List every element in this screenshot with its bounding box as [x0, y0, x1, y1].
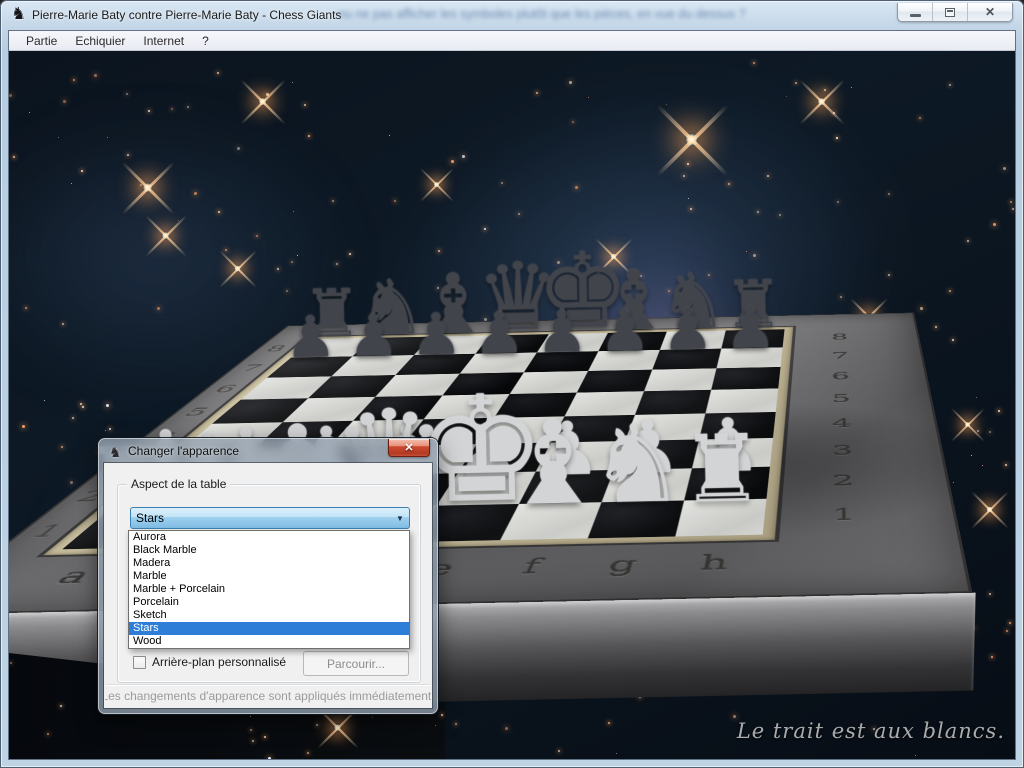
menu-echiquier[interactable]: Echiquier [66, 32, 134, 50]
dropdown-option-aurora[interactable]: Aurora [129, 531, 409, 544]
dialog-client-area: Aspect de la table Stars ▼ AuroraBlack M… [104, 463, 432, 708]
dropdown-option-black-marble[interactable]: Black Marble [129, 544, 409, 557]
star [250, 729, 252, 731]
dropdown-option-marble[interactable]: Marble [129, 570, 409, 583]
board-square-g6[interactable] [644, 368, 716, 391]
menu-bar: Partie Echiquier Internet ? [9, 31, 1015, 51]
star [307, 752, 309, 754]
dropdown-option-marble-porcelain[interactable]: Marble + Porcelain [129, 583, 409, 596]
dropdown-option-stars[interactable]: Stars [129, 622, 409, 635]
chess-piece-black-pawn-h7[interactable]: ♟♟ [712, 300, 788, 359]
table-aspect-combobox[interactable]: Stars ▼ [130, 507, 410, 529]
window-titlebar: ♞ Pierre-Marie Baty contre Pierre-Marie … [0, 0, 1024, 30]
star [252, 740, 254, 742]
blurred-background-window-text: ou ne pas afficher les symboles plutôt q… [338, 7, 746, 21]
bright-star-icon [334, 724, 342, 732]
menu-partie[interactable]: Partie [17, 32, 66, 50]
combobox-dropdown-list: AuroraBlack MarbleMaderaMarbleMarble + P… [128, 530, 410, 649]
rank-label-5: 5 [827, 392, 856, 405]
turn-indicator-text: Le trait est aux blancs. [737, 719, 1005, 743]
app-window: ♞ Pierre-Marie Baty contre Pierre-Marie … [0, 0, 1024, 768]
rank-label-3: 3 [826, 443, 858, 458]
chess-piece-white-rook-h1[interactable]: ♜♜ [670, 424, 773, 519]
rank-label-1: 1 [826, 505, 862, 524]
star [264, 736, 266, 738]
rank-label-8: 8 [827, 332, 853, 342]
dropdown-option-sketch[interactable]: Sketch [129, 609, 409, 622]
rank-label-6: 6 [827, 370, 855, 381]
dropdown-option-madera[interactable]: Madera [129, 557, 409, 570]
board-square-f6[interactable] [577, 370, 652, 393]
change-appearance-dialog: ♞ Changer l'apparence ✕ Aspect de la tab… [98, 438, 438, 714]
menu-internet[interactable]: Internet [134, 32, 193, 50]
file-label-f: f [480, 555, 582, 580]
file-label-h: h [666, 551, 761, 576]
dropdown-option-wood[interactable]: Wood [129, 635, 409, 648]
menu-help[interactable]: ? [193, 32, 218, 50]
star [47, 733, 49, 735]
custom-background-checkbox-row[interactable]: Arrière-plan personnalisé [133, 655, 286, 669]
dialog-title: Changer l'apparence [128, 444, 239, 458]
dropdown-option-porcelain[interactable]: Porcelain [129, 596, 409, 609]
star [10, 662, 12, 664]
close-button[interactable]: ✕ [968, 3, 1012, 21]
combobox-value: Stars [131, 511, 391, 525]
chevron-down-icon: ▼ [391, 514, 409, 523]
knight-icon: ♞ [109, 444, 122, 461]
board-square-h6[interactable] [711, 367, 780, 390]
rank-label-7: 7 [827, 351, 854, 362]
star [372, 717, 373, 718]
maximize-button[interactable] [933, 3, 968, 21]
minimize-button[interactable] [898, 3, 933, 21]
star [250, 716, 251, 717]
star [435, 725, 436, 726]
dialog-close-button[interactable]: ✕ [388, 439, 430, 457]
close-icon: ✕ [404, 441, 413, 454]
checkbox[interactable] [133, 656, 146, 669]
star [268, 757, 271, 759]
knight-icon: ♞ [11, 5, 26, 23]
star [441, 714, 443, 716]
star [60, 705, 62, 707]
minimize-icon [910, 14, 921, 17]
window-title: Pierre-Marie Baty contre Pierre-Marie Ba… [32, 8, 341, 22]
close-icon: ✕ [985, 5, 995, 19]
window-controls: ✕ [897, 3, 1013, 22]
checkbox-label: Arrière-plan personnalisé [152, 655, 286, 669]
groupbox-label: Aspect de la table [127, 477, 230, 491]
star [316, 724, 318, 726]
file-label-g: g [573, 553, 672, 578]
restore-icon [945, 8, 955, 17]
browse-button[interactable]: Parcourir... [303, 651, 409, 676]
dialog-status-text: Les changements d'apparence sont appliqu… [105, 684, 431, 707]
rank-label-2: 2 [826, 472, 860, 489]
rank-label-4: 4 [826, 416, 857, 430]
